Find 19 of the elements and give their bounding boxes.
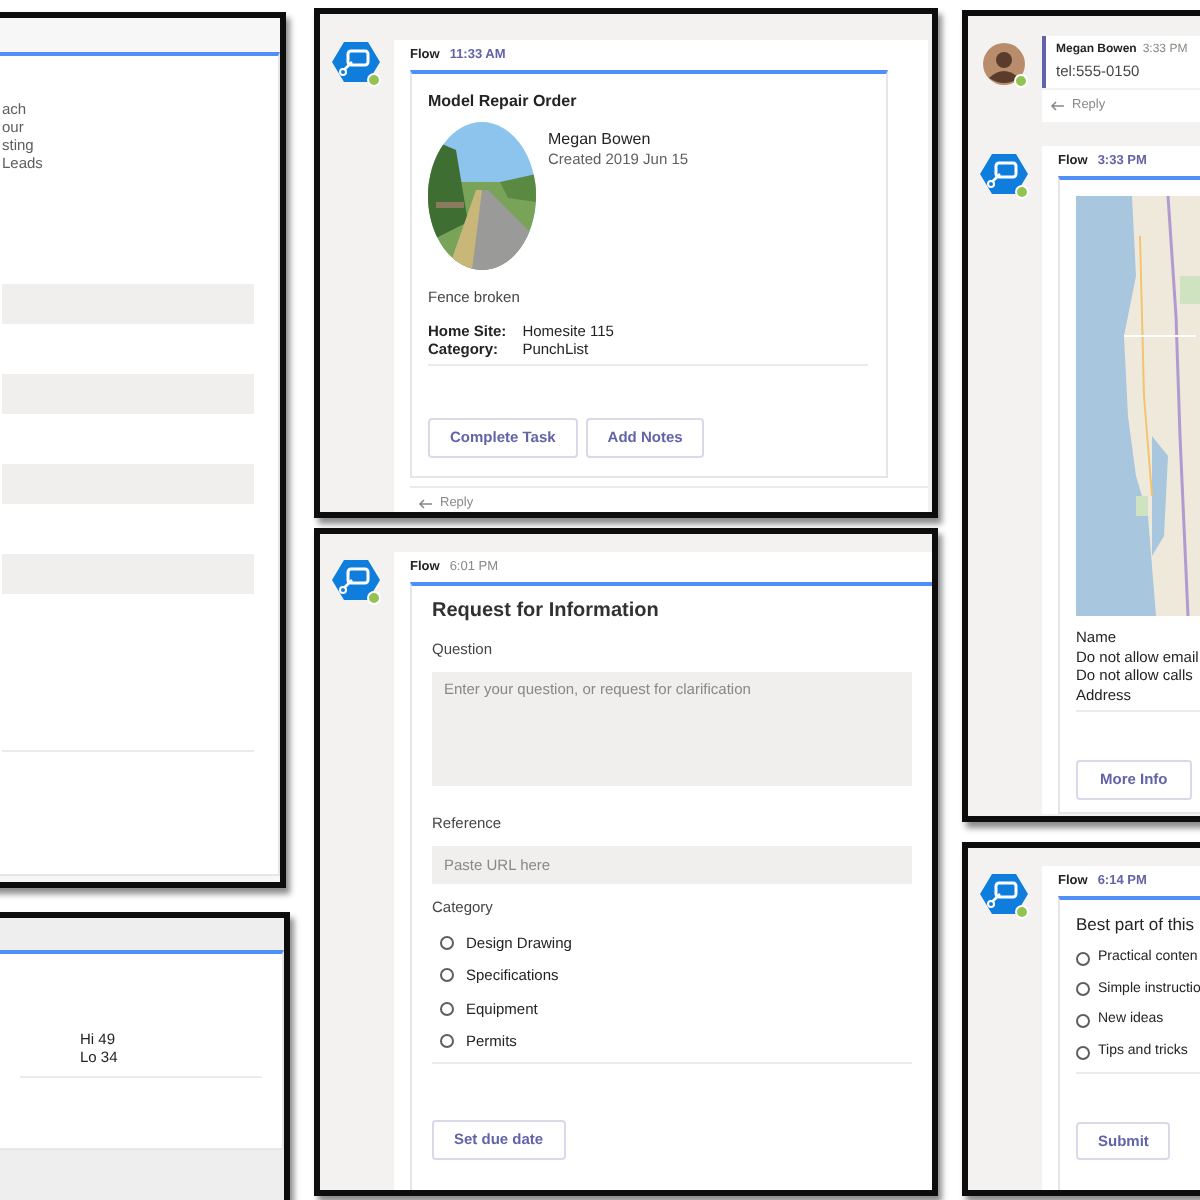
app-avatar-icon	[979, 872, 1031, 920]
card-title: Request for Information	[432, 600, 661, 626]
radio-button[interactable]	[440, 1034, 454, 1049]
app-avatar-icon	[331, 558, 383, 606]
radio-button[interactable]	[1076, 982, 1090, 997]
radio-button[interactable]	[440, 935, 454, 950]
radio-button[interactable]	[1076, 1045, 1090, 1060]
radio-button[interactable]	[440, 968, 454, 983]
card-title: Model Repair Order	[428, 92, 579, 113]
person-name: Megan Bowen	[548, 130, 653, 151]
app-avatar-icon	[331, 40, 383, 88]
reply-icon	[1050, 99, 1066, 112]
radio-button[interactable]	[1076, 1014, 1090, 1029]
radio-button[interactable]	[440, 1001, 454, 1016]
radio-button[interactable]	[1076, 951, 1090, 966]
card-title: Best part of this	[1076, 914, 1197, 936]
app-avatar-icon	[979, 152, 1031, 200]
user-avatar	[981, 42, 1029, 90]
reply-icon	[418, 497, 434, 510]
